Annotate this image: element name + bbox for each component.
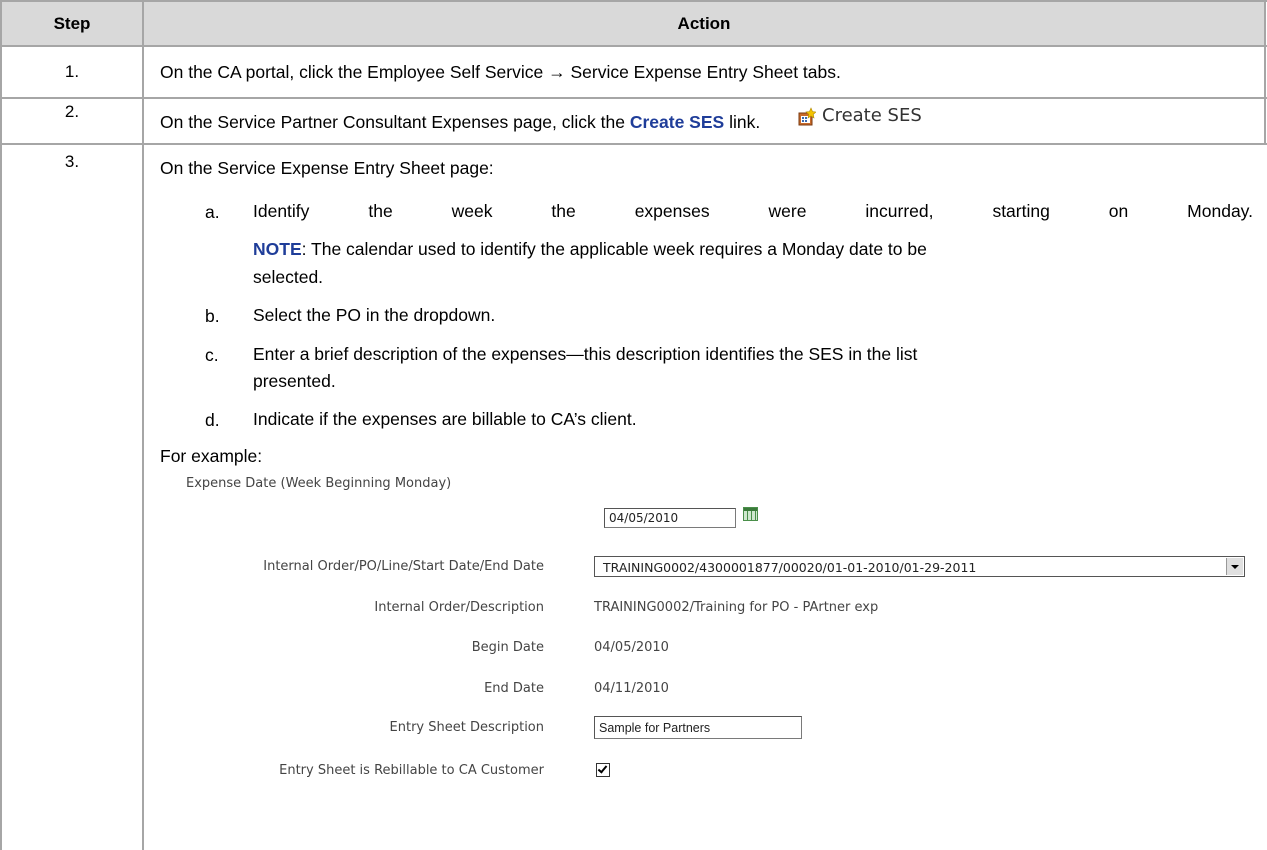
- list-letter-c: c.: [205, 345, 219, 365]
- list-letter-a: a.: [205, 202, 220, 222]
- calendar-icon[interactable]: [743, 507, 758, 521]
- step-2-text-before: On the Service Partner Consultant Expens…: [160, 112, 630, 132]
- header-action: Action: [677, 14, 731, 33]
- chevron-down-icon[interactable]: [1226, 558, 1243, 575]
- order-dropdown[interactable]: TRAINING0002/4300001877/00020/01-01-2010…: [594, 556, 1245, 577]
- step-number-3: 3.: [64, 152, 80, 171]
- for-example-label: For example:: [160, 446, 263, 466]
- row2-bottom-border: [0, 143, 1267, 145]
- table-left-border: [0, 0, 2, 850]
- list-c-line2: presented.: [253, 371, 336, 391]
- column-divider: [142, 0, 144, 850]
- step-2-text: On the Service Partner Consultant Expens…: [160, 112, 760, 133]
- create-ses-icon-label[interactable]: Create SES: [822, 105, 922, 126]
- entry-sheet-description-label: Entry Sheet Description: [389, 720, 544, 735]
- note-label: NOTE: [253, 239, 302, 259]
- table-right-border: [1264, 0, 1266, 145]
- order-dropdown-value: TRAINING0002/4300001877/00020/01-01-2010…: [603, 560, 977, 575]
- header-step: Step: [53, 14, 91, 33]
- list-d-text: Indicate if the expenses are billable to…: [253, 409, 637, 429]
- row1-bottom-border: [0, 97, 1267, 99]
- expense-date-label: Expense Date (Week Beginning Monday): [186, 476, 452, 491]
- rebillable-label: Entry Sheet is Rebillable to CA Customer: [279, 763, 544, 778]
- create-ses-link[interactable]: Create SES: [630, 112, 724, 132]
- list-letter-d: d.: [205, 410, 220, 430]
- begin-date-label: Begin Date: [471, 640, 544, 655]
- list-a-line1: Identify the week the expenses were incu…: [253, 201, 1253, 221]
- end-date-value: 04/11/2010: [594, 681, 669, 696]
- order-description-value: TRAINING0002/Training for PO - PArtner e…: [594, 600, 879, 615]
- entry-sheet-description-input[interactable]: Sample for Partners: [594, 716, 802, 739]
- list-letter-b: b.: [205, 306, 220, 326]
- begin-date-value: 04/05/2010: [594, 640, 669, 655]
- list-b-text: Select the PO in the dropdown.: [253, 305, 496, 325]
- create-ses-icon[interactable]: [796, 107, 816, 127]
- list-a-line2: NOTE: The calendar used to identify the …: [253, 236, 1253, 263]
- order-label: Internal Order/PO/Line/Start Date/End Da…: [263, 559, 544, 574]
- steps-table: Step Action 1. On the CA portal, click t…: [0, 0, 1267, 850]
- step-number-2: 2.: [64, 102, 80, 121]
- step-number-1: 1.: [64, 62, 80, 81]
- list-c-line1: Enter a brief description of the expense…: [253, 344, 918, 364]
- step-2-text-after: link.: [724, 112, 761, 132]
- expense-date-input[interactable]: 04/05/2010: [604, 508, 736, 528]
- order-description-label: Internal Order/Description: [374, 600, 544, 615]
- step-3-intro: On the Service Expense Entry Sheet page:: [160, 158, 494, 178]
- end-date-label: End Date: [484, 681, 544, 696]
- rebillable-checkbox[interactable]: [596, 763, 610, 777]
- note-text: : The calendar used to identify the appl…: [301, 239, 927, 259]
- list-a-line3: selected.: [253, 267, 324, 287]
- step-1-text: On the CA portal, click the Employee Sel…: [160, 62, 841, 82]
- header-bottom-border: [0, 45, 1267, 47]
